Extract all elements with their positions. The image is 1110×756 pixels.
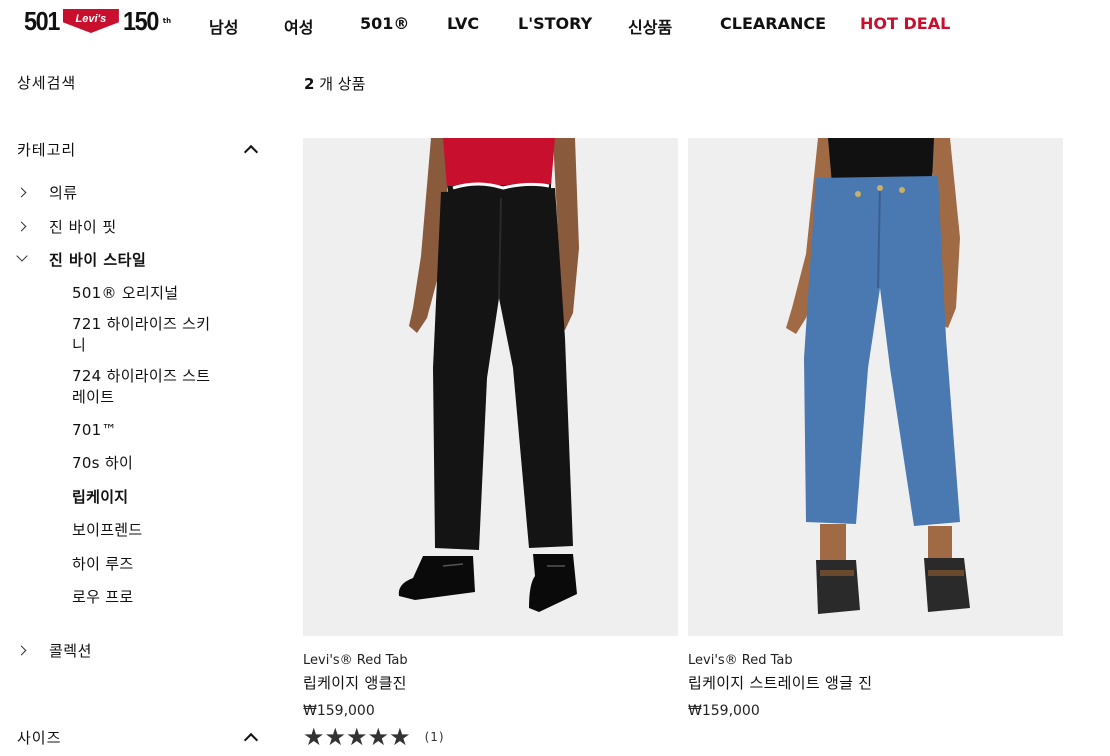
- style-item-70s-high[interactable]: 70s 하이: [72, 453, 232, 474]
- style-item-701[interactable]: 701™: [72, 420, 232, 441]
- nav-women[interactable]: 여성: [284, 14, 313, 38]
- style-item-boyfriend[interactable]: 보이프렌드: [72, 520, 232, 541]
- category-row-clothing[interactable]: 의류: [16, 181, 77, 203]
- category-label: 의류: [49, 184, 78, 202]
- style-item-ribcage[interactable]: 립케이지: [72, 487, 232, 508]
- style-item-high-loose[interactable]: 하이 루즈: [72, 554, 232, 575]
- result-count-suffix: 개 상품: [319, 75, 366, 93]
- star-icon: ★: [324, 723, 347, 751]
- chevron-right-icon: [16, 187, 27, 197]
- category-row-jeans-by-fit[interactable]: 진 바이 핏: [16, 215, 116, 237]
- product-brand: Levi's® Red Tab: [688, 653, 793, 668]
- result-count: 2 개 상품: [304, 73, 365, 94]
- product-name[interactable]: 립케이지 앵클진: [303, 672, 678, 693]
- nav-lvc[interactable]: LVC: [447, 14, 479, 33]
- nav-501[interactable]: 501®: [360, 14, 409, 33]
- chevron-right-icon: [16, 645, 27, 655]
- star-icon: ★: [303, 723, 325, 751]
- filter-title: 상세검색: [17, 74, 77, 92]
- product-card[interactable]: Levi's® Red Tab 립케이지 스트레이트 앵글 진 ₩159,000: [688, 138, 1063, 719]
- product-brand: Levi's® Red Tab: [303, 653, 408, 668]
- style-item-501-original[interactable]: 501® 오리지널: [72, 283, 232, 304]
- star-icon: ★: [367, 723, 390, 751]
- style-item-low-pro[interactable]: 로우 프로: [72, 587, 232, 608]
- nav-hot-deal[interactable]: HOT DEAL: [860, 14, 950, 33]
- result-count-number: 2: [304, 75, 315, 93]
- size-section-title[interactable]: 사이즈: [17, 727, 61, 748]
- chevron-up-icon[interactable]: [243, 144, 259, 160]
- category-label: 진 바이 스타일: [49, 251, 147, 269]
- product-image[interactable]: [303, 138, 678, 636]
- product-rating: ★ ★ ★ ★ ★ (1): [303, 725, 678, 749]
- product-price: ₩159,000: [303, 703, 375, 719]
- chevron-up-icon[interactable]: [243, 732, 259, 748]
- filter-sidebar: 상세검색 카테고리 의류 진 바이 핏 진 바이 스타일 501® 오리지널 7…: [0, 0, 280, 756]
- product-name[interactable]: 립케이지 스트레이트 앵글 진: [688, 672, 1063, 693]
- nav-new[interactable]: 신상품: [628, 14, 672, 38]
- category-row-collection[interactable]: 콜렉션: [16, 639, 91, 661]
- product-price: ₩159,000: [688, 703, 760, 719]
- black-jeans-model-image: [303, 138, 678, 636]
- product-image[interactable]: [688, 138, 1063, 636]
- category-label: 진 바이 핏: [49, 218, 117, 236]
- category-label: 콜렉션: [49, 642, 92, 660]
- chevron-right-icon: [16, 221, 27, 231]
- review-count: (1): [424, 730, 445, 744]
- blue-jeans-model-image: [688, 138, 1063, 636]
- style-item-724[interactable]: 724 하이라이즈 스트레이트: [72, 366, 224, 408]
- nav-lstory[interactable]: L'STORY: [518, 14, 592, 33]
- star-icon: ★: [389, 723, 411, 751]
- chevron-down-icon: [16, 250, 28, 262]
- category-section-title[interactable]: 카테고리: [17, 139, 76, 160]
- nav-clearance[interactable]: CLEARANCE: [720, 14, 826, 33]
- star-icon: ★: [346, 723, 368, 751]
- style-item-721[interactable]: 721 하이라이즈 스키니: [72, 314, 224, 356]
- product-card[interactable]: Levi's® Red Tab 립케이지 앵클진 ₩159,000 ★ ★ ★ …: [303, 138, 678, 749]
- category-row-jeans-by-style[interactable]: 진 바이 스타일: [16, 248, 146, 270]
